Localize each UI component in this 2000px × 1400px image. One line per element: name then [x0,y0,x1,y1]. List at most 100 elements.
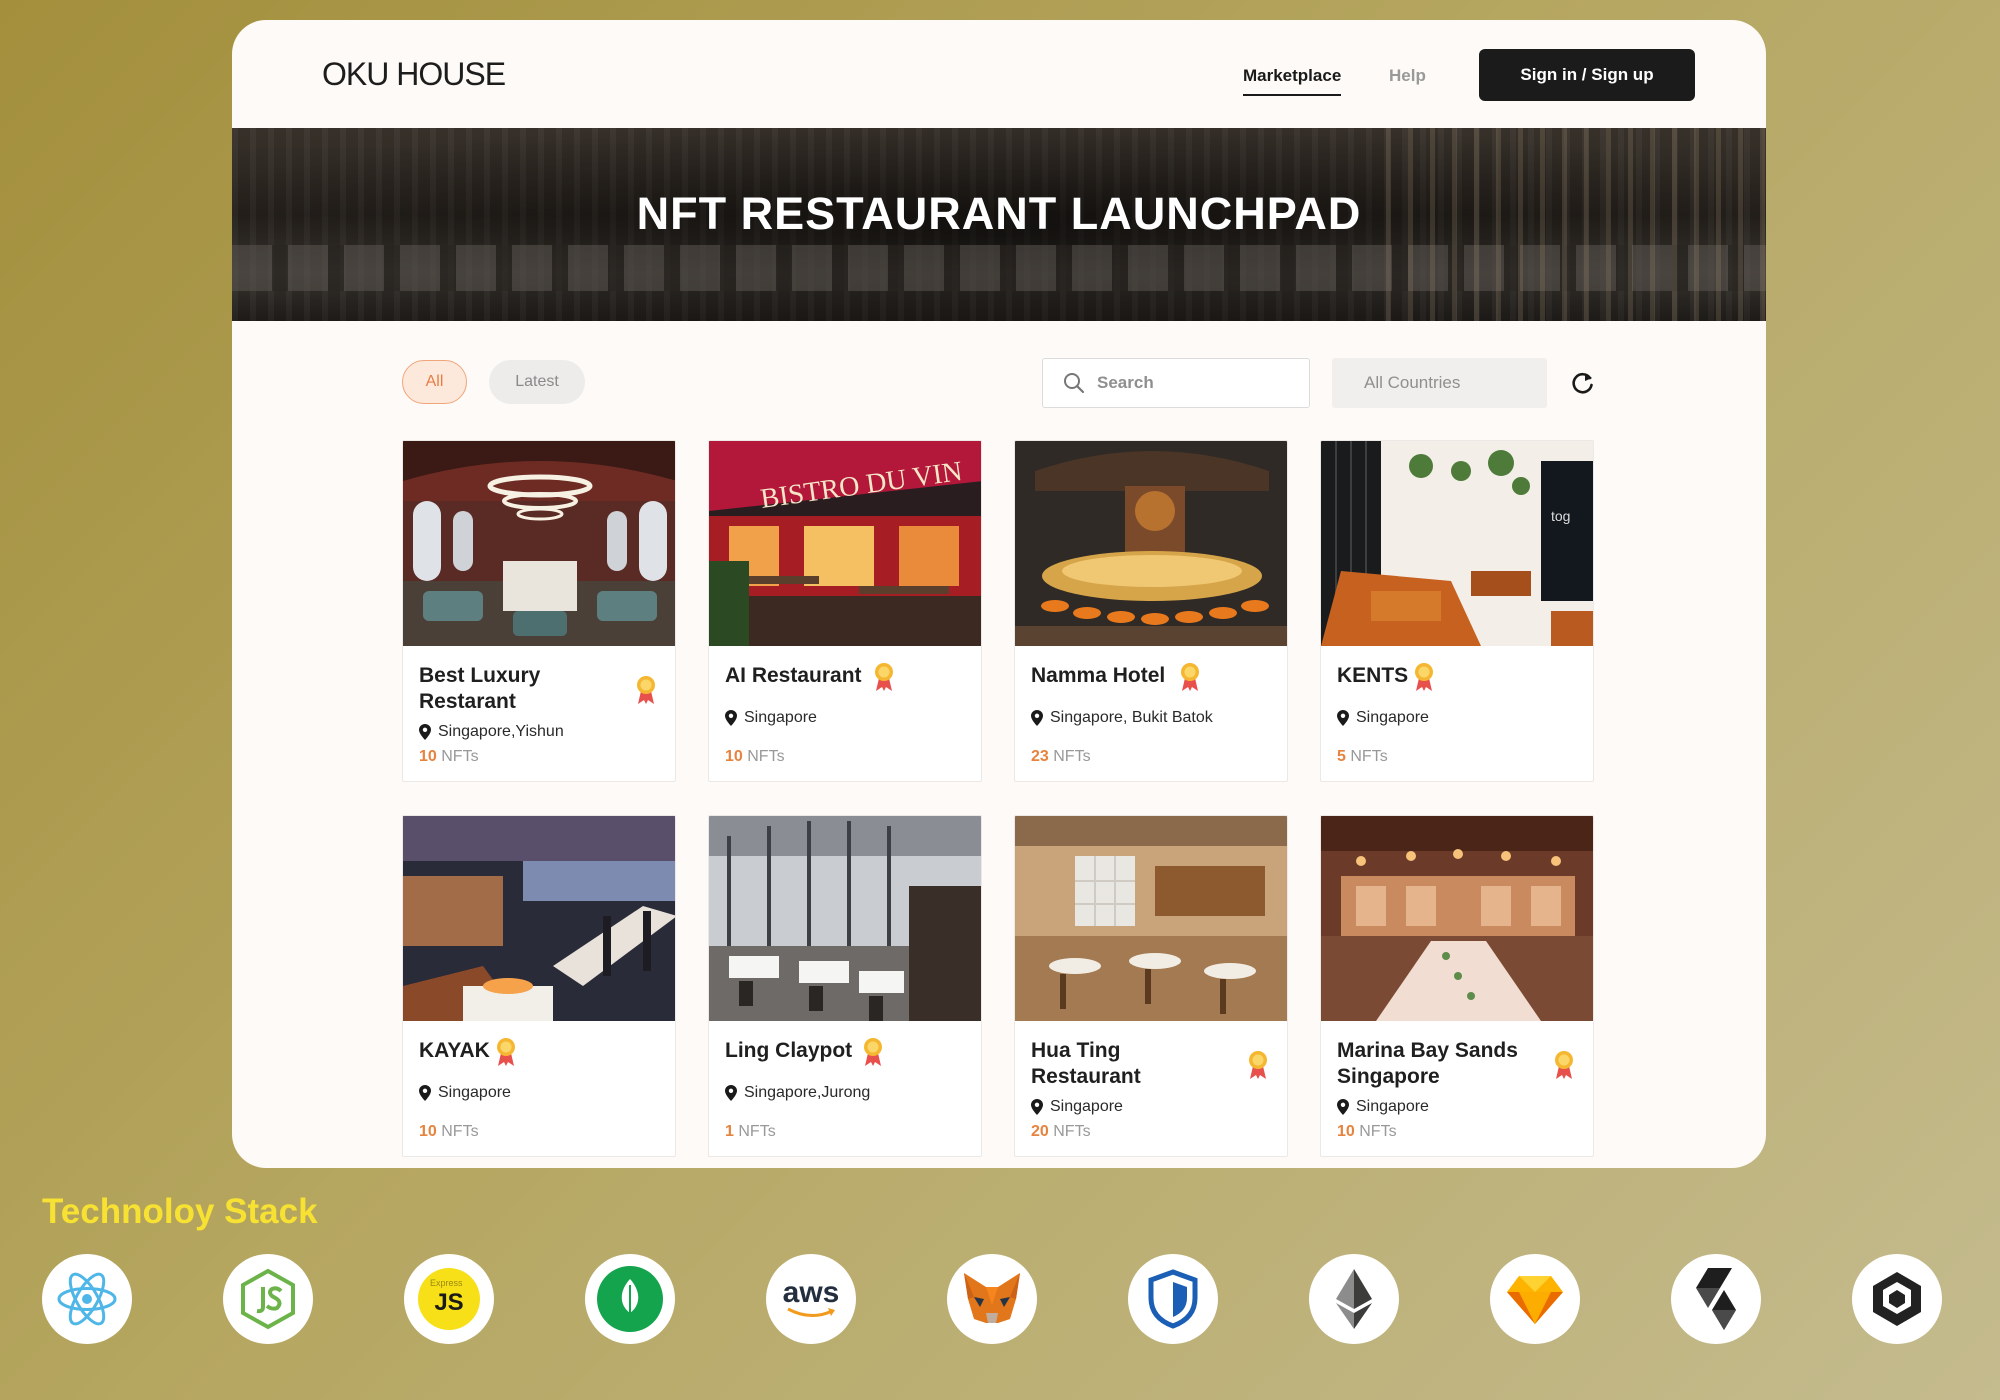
location-pin-icon [1337,1099,1349,1115]
location-text: Singapore [1050,1098,1123,1115]
refresh-icon[interactable] [1570,370,1596,396]
country-select[interactable]: All Countries [1332,358,1547,408]
nft-count-unit: NFTs [441,1123,479,1140]
nft-count: 20 NFTs [1031,1123,1091,1141]
search-icon [1064,373,1085,394]
nft-count: 5 NFTs [1337,748,1388,766]
restaurant-card[interactable]: KAYAK Singapore 10 NFTs [402,815,676,1157]
search-input[interactable] [1097,373,1287,393]
location-text: Singapore,Yishun [438,723,564,740]
restaurant-card[interactable]: Namma Hotel Singapore, Bukit Batok 23 NF… [1014,440,1288,782]
restaurant-name: Ling Claypot [725,1039,853,1062]
restaurant-name: KAYAK [419,1039,490,1062]
award-badge-icon [864,1038,882,1066]
restaurant-photo: tog [1321,441,1593,646]
restaurant-name: AI Restaurant [725,664,862,687]
location-text: Singapore [744,709,817,726]
nft-count-value: 20 [1031,1123,1049,1140]
tech-item [585,1254,675,1344]
kents-logo-text: tog [1551,508,1570,524]
restaurant-card[interactable]: Marina Bay Sands Singapore Singapore 10 … [1320,815,1594,1157]
restaurant-card[interactable]: BISTRO DU VIN AI Restaurant Singapore 10 [708,440,982,782]
restaurant-name: KENTS [1337,664,1409,687]
restaurant-name: Marina Bay Sands Singapore [1337,1039,1518,1088]
award-badge-icon [1249,1051,1267,1079]
nft-count-value: 10 [1337,1123,1355,1140]
ethereum-icon [1336,1269,1372,1329]
restaurant-location: Singapore, Bukit Batok [1031,709,1213,727]
nft-count-unit: NFTs [1350,748,1388,765]
top-bar: OKU HOUSE Marketplace Help Sign in / Sig… [232,20,1766,128]
nft-count-unit: NFTs [1359,1123,1397,1140]
nft-count-value: 10 [419,748,437,765]
location-pin-icon [725,710,737,726]
restaurant-location: Singapore,Jurong [725,1084,870,1102]
location-pin-icon [725,1085,737,1101]
location-text: Singapore [1356,1098,1429,1115]
express-js-label: JS [434,1289,464,1316]
restaurant-name: Best Luxury Restarant [419,664,541,713]
location-pin-icon [419,724,431,740]
nft-count: 1 NFTs [725,1123,776,1141]
restaurant-location: Singapore [725,709,817,727]
award-badge-icon [637,676,655,704]
expressjs-icon: Express JS [418,1268,480,1330]
app-window: OKU HOUSE Marketplace Help Sign in / Sig… [232,20,1766,1168]
unity-icon [1873,1272,1921,1326]
restaurant-card[interactable]: Hua Ting Restaurant Singapore 20 NFTs [1014,815,1288,1157]
award-badge-icon [1415,663,1433,691]
hero-title: NFT RESTAURANT LAUNCHPAD [636,188,1362,239]
nft-count: 10 NFTs [725,748,785,766]
award-badge-icon [1555,1051,1573,1079]
tech-item [1309,1254,1399,1344]
tech-item [1671,1254,1761,1344]
tech-stack-title: Technoloy Stack [42,1192,318,1231]
nft-count-unit: NFTs [738,1123,776,1140]
openzeppelin-icon [1148,1269,1198,1329]
mongodb-icon [597,1266,663,1332]
nav-help[interactable]: Help [1389,66,1426,86]
restaurant-location: Singapore [1337,709,1429,727]
nft-count: 10 NFTs [1337,1123,1397,1141]
tech-item: aws [766,1254,856,1344]
solidity-icon [1696,1268,1736,1330]
nft-count-unit: NFTs [1053,748,1091,765]
nft-count-value: 10 [725,748,743,765]
restaurant-card[interactable]: Best Luxury Restarant Singapore,Yishun 1… [402,440,676,782]
tech-item [947,1254,1037,1344]
location-text: Singapore [438,1084,511,1101]
nft-count-value: 1 [725,1123,734,1140]
metamask-icon [964,1273,1020,1323]
nft-count-value: 23 [1031,748,1049,765]
restaurant-photo [709,816,981,1021]
restaurant-photo [1321,816,1593,1021]
nodejs-icon [241,1268,295,1330]
location-text: Singapore, Bukit Batok [1050,709,1213,726]
location-pin-icon [1031,1099,1043,1115]
signin-button[interactable]: Sign in / Sign up [1479,49,1695,101]
restaurant-photo [1015,816,1287,1021]
tab-latest[interactable]: Latest [489,360,585,404]
award-badge-icon [1181,663,1199,691]
restaurant-card[interactable]: tog KENTS Singapore 5 NFTs [1320,440,1594,782]
location-pin-icon [1031,710,1043,726]
location-pin-icon [419,1085,431,1101]
tech-item [42,1254,132,1344]
tab-all[interactable]: All [402,360,467,404]
express-small-label: Express [430,1278,463,1288]
restaurant-photo [1015,441,1287,646]
logo[interactable]: OKU HOUSE [322,56,506,93]
restaurant-photo: BISTRO DU VIN [709,441,981,646]
restaurant-location: Singapore [1337,1098,1429,1116]
location-pin-icon [1337,710,1349,726]
nav-marketplace[interactable]: Marketplace [1243,66,1342,96]
react-icon [57,1272,117,1326]
restaurant-card[interactable]: Ling Claypot Singapore,Jurong 1 NFTs [708,815,982,1157]
award-badge-icon [497,1038,515,1066]
tech-item [223,1254,313,1344]
search-box[interactable] [1042,358,1310,408]
restaurant-name: Namma Hotel [1031,664,1166,687]
restaurant-name: Hua Ting Restaurant [1031,1039,1141,1088]
aws-label: aws [782,1276,840,1309]
award-badge-icon [875,663,893,691]
